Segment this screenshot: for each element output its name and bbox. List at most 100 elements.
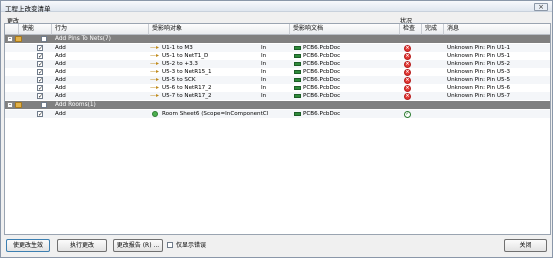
pin-arrow-icon: —▸ xyxy=(150,44,160,51)
error-icon: × xyxy=(404,53,411,60)
column-header-message[interactable]: 消息 xyxy=(444,24,550,35)
error-icon: × xyxy=(404,77,411,84)
pcb-document-icon xyxy=(294,62,301,66)
object-cell: Room Sheet6 (Scope=InComponentClass To xyxy=(162,111,268,117)
column-header-enable[interactable]: 使能 xyxy=(19,24,52,35)
enable-checkbox[interactable]: ✓ xyxy=(37,61,43,68)
message-cell: Unknown Pin: Pin U5-3 xyxy=(447,69,511,75)
group-row-add-pins[interactable]: - Add Pins To Nets(7) xyxy=(5,35,550,43)
group-title: Add Pins To Nets(7) xyxy=(55,36,111,42)
folder-icon xyxy=(15,36,22,42)
pin-arrow-icon: —▸ xyxy=(150,68,160,75)
action-cell: Add xyxy=(55,53,66,59)
pin-arrow-icon: —▸ xyxy=(150,84,160,91)
enable-checkbox[interactable]: ✓ xyxy=(37,85,43,92)
column-header-done[interactable]: 完成 xyxy=(422,24,444,35)
table-row[interactable]: ✓ Add —▸ U5-7 to NetR17_2 In PCB6.PcbDoc… xyxy=(5,92,550,100)
error-icon: × xyxy=(404,69,411,76)
document-cell: PCB6.PcbDoc xyxy=(303,111,341,117)
error-icon: × xyxy=(404,85,411,92)
document-cell: PCB6.PcbDoc xyxy=(303,53,341,59)
action-cell: Add xyxy=(55,93,66,99)
header-spacer xyxy=(5,24,19,35)
object-cell: U5-5 to SCK xyxy=(162,77,196,83)
table-row[interactable]: ✓ Add Room Sheet6 (Scope=InComponentClas… xyxy=(5,110,550,118)
title-bar: 工程上改变清单 × xyxy=(1,1,552,13)
action-cell: Add xyxy=(55,61,66,67)
message-cell: Unknown Pin: Pin U5-6 xyxy=(447,85,511,91)
execute-changes-button[interactable]: 执行更改 xyxy=(57,239,107,252)
only-show-errors-label: 仅显示错误 xyxy=(176,242,207,249)
action-cell: Add xyxy=(55,111,66,117)
pin-arrow-icon: —▸ xyxy=(150,92,160,99)
window-title: 工程上改变清单 xyxy=(5,5,51,13)
in-cell: In xyxy=(261,77,267,83)
document-cell: PCB6.PcbDoc xyxy=(303,77,341,83)
group-row-add-rooms[interactable]: - Add Rooms(1) xyxy=(5,101,550,109)
pin-arrow-icon: —▸ xyxy=(150,76,160,83)
message-cell: Unknown Pin: Pin U5-7 xyxy=(447,93,511,99)
group-enable-checkbox[interactable] xyxy=(41,36,47,42)
error-icon: × xyxy=(404,45,411,52)
action-cell: Add xyxy=(55,85,66,91)
column-header-affected-object[interactable]: 受影响对象 xyxy=(149,24,290,35)
table-row[interactable]: ✓ Add —▸ U5-6 to NetR17_2 In PCB6.PcbDoc… xyxy=(5,84,550,92)
object-cell: U5-3 to NetR15_1 xyxy=(162,69,212,75)
in-cell: In xyxy=(261,85,267,91)
document-cell: PCB6.PcbDoc xyxy=(303,93,341,99)
column-header-action[interactable]: 行为 xyxy=(52,24,149,35)
report-changes-button[interactable]: 更改报告 (R) ... xyxy=(113,239,163,252)
enable-checkbox[interactable]: ✓ xyxy=(37,77,43,84)
column-header-check[interactable]: 检查 xyxy=(400,24,422,35)
table-row[interactable]: ✓ Add —▸ U5-2 to +3.3 In PCB6.PcbDoc × U… xyxy=(5,60,550,68)
action-cell: Add xyxy=(55,45,66,51)
action-cell: Add xyxy=(55,69,66,75)
enable-checkbox[interactable]: ✓ xyxy=(37,93,43,100)
in-cell: In xyxy=(261,53,267,59)
close-button[interactable]: 关闭 xyxy=(504,239,547,252)
table-row[interactable]: ✓ Add —▸ U5-1 to NetT1_D In PCB6.PcbDoc … xyxy=(5,52,550,60)
validate-changes-button[interactable]: 使更改生效 xyxy=(6,239,50,252)
message-cell: Unknown Pin: Pin U5-2 xyxy=(447,61,511,67)
document-cell: PCB6.PcbDoc xyxy=(303,69,341,75)
only-show-errors-checkbox[interactable] xyxy=(167,242,173,248)
room-icon xyxy=(152,111,158,117)
table-row[interactable]: ✓ Add —▸ U5-3 to NetR15_1 In PCB6.PcbDoc… xyxy=(5,68,550,76)
object-cell: U5-1 to NetT1_D xyxy=(162,53,209,59)
folder-icon xyxy=(15,102,22,108)
collapse-icon[interactable]: - xyxy=(7,102,13,108)
action-cell: Add xyxy=(55,77,66,83)
pcb-document-icon xyxy=(294,94,301,98)
message-cell: Unknown Pin: Pin U1-1 xyxy=(447,45,511,51)
pcb-document-icon xyxy=(294,86,301,90)
object-cell: U1-1 to M3 xyxy=(162,45,193,51)
object-cell: U5-6 to NetR17_2 xyxy=(162,85,212,91)
group-enable-checkbox[interactable] xyxy=(41,102,47,108)
in-cell: In xyxy=(261,69,267,75)
pcb-document-icon xyxy=(294,78,301,82)
pin-arrow-icon: —▸ xyxy=(150,52,160,59)
message-cell: Unknown Pin: Pin U5-1 xyxy=(447,53,511,59)
close-window-button[interactable]: × xyxy=(534,3,548,11)
pcb-document-icon xyxy=(294,46,301,50)
collapse-icon[interactable]: - xyxy=(7,36,13,42)
object-cell: U5-2 to +3.3 xyxy=(162,61,198,67)
in-cell: In xyxy=(261,93,267,99)
enable-checkbox[interactable]: ✓ xyxy=(37,53,43,60)
group-title: Add Rooms(1) xyxy=(55,102,96,108)
table-row[interactable]: ✓ Add —▸ U5-5 to SCK In PCB6.PcbDoc × Un… xyxy=(5,76,550,84)
pcb-document-icon xyxy=(294,70,301,74)
object-cell: U5-7 to NetR17_2 xyxy=(162,93,212,99)
column-header-affected-document[interactable]: 受影响文档 xyxy=(290,24,400,35)
pcb-document-icon xyxy=(294,54,301,58)
in-cell: In xyxy=(261,45,267,51)
enable-checkbox[interactable]: ✓ xyxy=(37,111,43,118)
engineering-change-order-dialog: 工程上改变清单 × 更改 状况 使能 行为 受影响对象 受影响文档 检查 完成 … xyxy=(0,0,553,258)
in-cell: In xyxy=(261,61,267,67)
changes-grid: 使能 行为 受影响对象 受影响文档 检查 完成 消息 - Add Pins To… xyxy=(4,23,551,235)
document-cell: PCB6.PcbDoc xyxy=(303,61,341,67)
enable-checkbox[interactable]: ✓ xyxy=(37,45,43,52)
table-row[interactable]: ✓ Add —▸ U1-1 to M3 In PCB6.PcbDoc × Unk… xyxy=(5,44,550,52)
enable-checkbox[interactable]: ✓ xyxy=(37,69,43,76)
document-cell: PCB6.PcbDoc xyxy=(303,85,341,91)
